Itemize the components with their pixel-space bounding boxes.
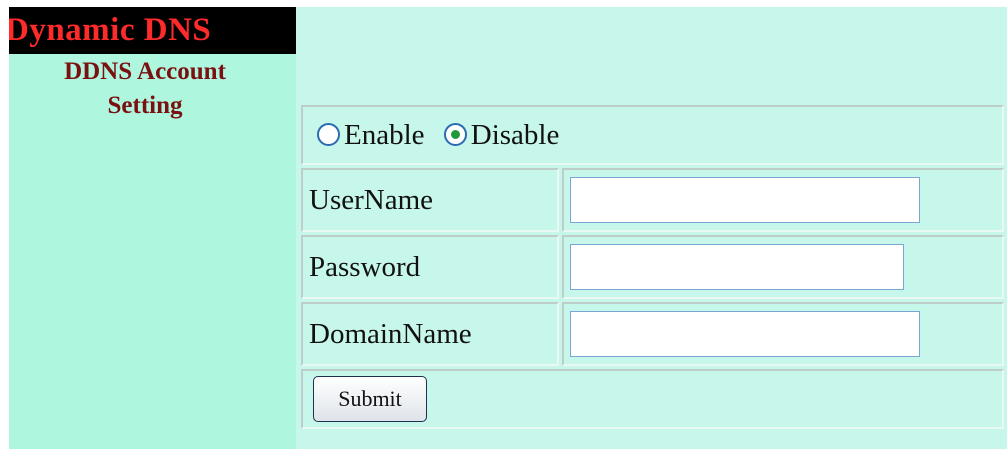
submit-button[interactable]: Submit — [313, 376, 427, 422]
username-field-cell — [562, 168, 1004, 232]
disable-radio[interactable] — [443, 122, 467, 146]
username-row: UserName — [301, 168, 1004, 232]
username-label: UserName — [301, 168, 559, 232]
domainname-field-cell — [562, 302, 1004, 366]
password-input[interactable] — [570, 244, 904, 290]
username-input[interactable] — [570, 177, 920, 223]
submit-cell: Submit — [301, 369, 1004, 429]
password-field-cell — [562, 235, 1004, 299]
ddns-form-table: Enable Disable UserName Password DomainN… — [298, 102, 1007, 432]
domainname-input[interactable] — [570, 311, 920, 357]
sidebar-title-text: Dynamic DNS — [9, 12, 212, 48]
disable-radio-label[interactable]: Disable — [471, 119, 560, 152]
password-row: Password — [301, 235, 1004, 299]
domainname-row: DomainName — [301, 302, 1004, 366]
sidebar-title: Dynamic DNS — [9, 7, 296, 54]
radio-cell: Enable Disable — [301, 105, 1004, 165]
enable-row: Enable Disable — [301, 105, 1004, 165]
enable-radio[interactable] — [317, 122, 340, 146]
sidebar-item-ddns-account-setting[interactable]: DDNS Account Setting — [35, 55, 255, 123]
sidebar: Dynamic DNS DDNS Account Setting — [9, 7, 296, 449]
main-content: Enable Disable UserName Password DomainN… — [296, 7, 1007, 449]
password-label: Password — [301, 235, 559, 299]
submit-row: Submit — [301, 369, 1004, 429]
domainname-label: DomainName — [301, 302, 559, 366]
page-frame: Dynamic DNS DDNS Account Setting Enable … — [0, 0, 1007, 456]
enable-radio-label[interactable]: Enable — [344, 119, 425, 152]
